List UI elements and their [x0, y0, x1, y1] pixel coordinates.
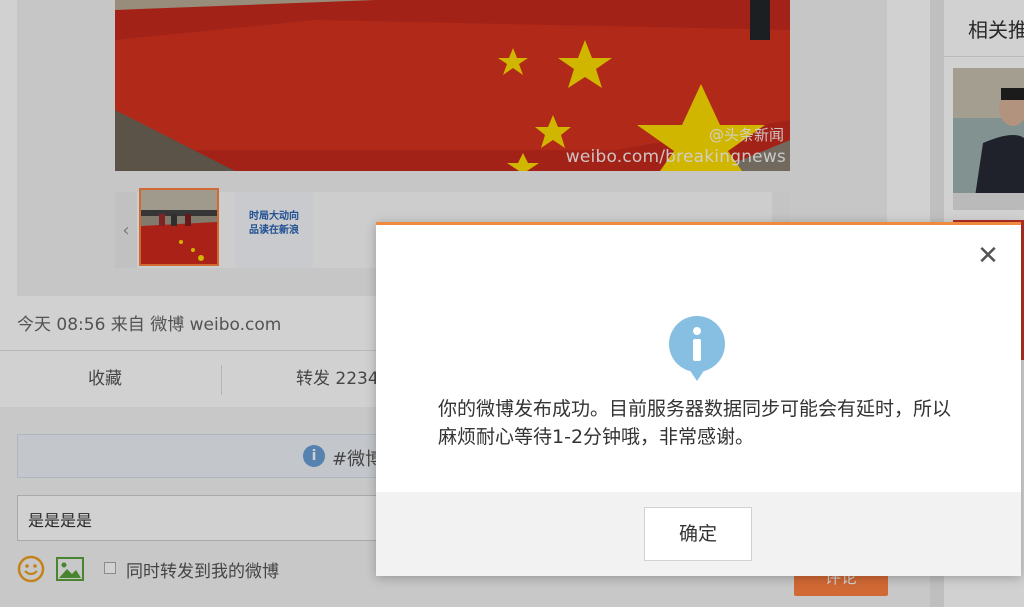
close-icon[interactable]: ✕	[975, 243, 1001, 269]
dialog-message: 你的微博发布成功。目前服务器数据同步可能会有延时，所以麻烦耐心等待1-2分钟哦，…	[438, 398, 952, 448]
confirm-button[interactable]: 确定	[644, 507, 752, 561]
info-icon	[669, 316, 725, 381]
publish-success-dialog: ✕ 你的微博发布成功。目前服务器数据同步可能会有延时，所以麻烦耐心等待1-2分钟…	[376, 222, 1021, 576]
dialog-footer: 确定	[376, 492, 1021, 576]
